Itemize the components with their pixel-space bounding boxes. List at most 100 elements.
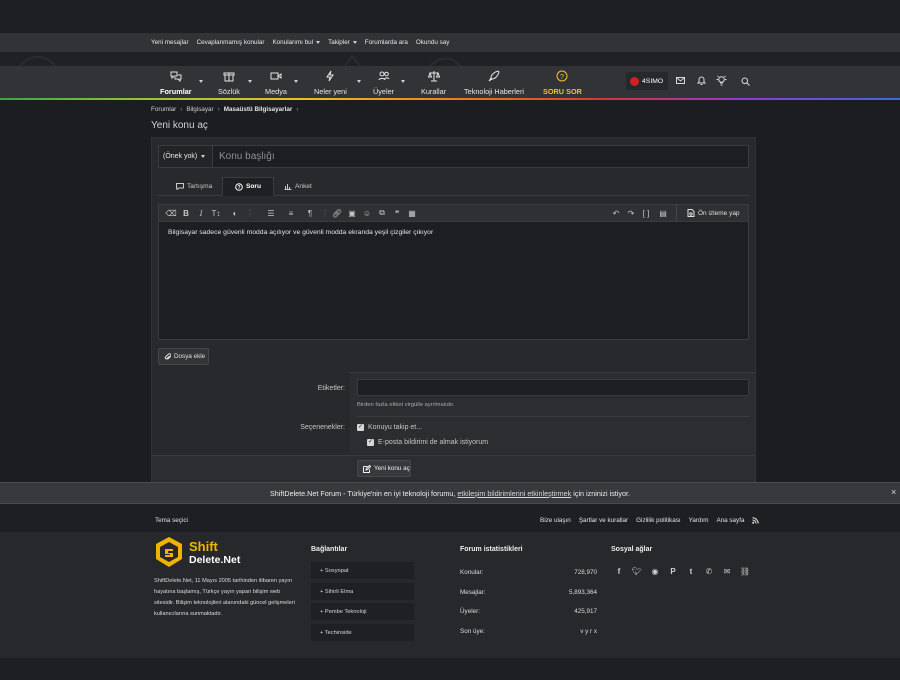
prefix-select[interactable]: (Önek yok) <box>158 145 212 168</box>
tab-poll[interactable]: Anket <box>284 177 312 196</box>
footer-link-home[interactable]: Ana sayfa <box>716 517 744 524</box>
facebook-icon[interactable]: f <box>613 565 625 577</box>
paragraph-icon[interactable]: ¶ <box>304 206 316 220</box>
twitter-icon[interactable]: 🐦︎ <box>631 565 643 577</box>
media-icon[interactable]: ⧉ <box>376 206 388 220</box>
thread-title-input[interactable] <box>212 145 749 168</box>
watch-thread-checkbox[interactable]: ✓ <box>357 424 364 431</box>
lightbulb-icon[interactable] <box>716 75 727 86</box>
more-options-icon[interactable]: ⋮ <box>244 206 256 220</box>
align-icon[interactable]: ≡ <box>285 206 297 220</box>
submit-new-thread-button[interactable]: Yeni konu aç <box>357 460 411 477</box>
subnav-mark-read[interactable]: Okundu say <box>416 39 450 46</box>
table-icon[interactable]: ▦ <box>406 206 418 220</box>
username: 4SIMO <box>642 77 664 85</box>
list-icon[interactable]: ☰ <box>265 206 277 220</box>
breadcrumb-forums[interactable]: Forumlar <box>151 106 176 113</box>
palette-icon[interactable]: ◐ <box>229 206 241 220</box>
stat-messages-label: Mesajlar: <box>460 589 486 596</box>
smiley-icon[interactable]: ☺ <box>361 206 373 220</box>
bar-chart-icon <box>284 184 292 190</box>
tab-question-label: Soru <box>246 183 262 190</box>
rss-icon[interactable] <box>752 517 760 524</box>
subnav-find-threads[interactable]: Konularımı bul <box>272 39 321 46</box>
enable-notifications-link[interactable]: etkileşim bildirimlerini etkinleştirmek <box>457 489 571 498</box>
font-size-icon[interactable]: T↕ <box>210 206 222 220</box>
search-icon[interactable] <box>741 77 750 86</box>
redo-icon[interactable]: ↷ <box>625 206 637 220</box>
footer-partner-link[interactable]: + Sihirli Elma <box>311 583 414 600</box>
chevron-down-icon[interactable] <box>401 80 405 83</box>
undo-icon[interactable]: ↶ <box>610 206 622 220</box>
nav-whats-new[interactable]: Neler yeni <box>314 70 347 96</box>
eraser-icon[interactable]: ⌫ <box>165 206 177 220</box>
pinterest-icon[interactable]: P <box>667 565 679 577</box>
logo-text-bottom: Delete.Net <box>189 554 241 566</box>
reddit-icon[interactable]: ◉ <box>649 565 661 577</box>
subnav-label: Forumlarda ara <box>364 39 408 46</box>
scales-icon <box>427 71 440 82</box>
nav-media[interactable]: Medya <box>265 70 287 96</box>
envelope-icon[interactable] <box>676 77 685 85</box>
breadcrumb-computer[interactable]: Bilgisayar <box>186 106 213 113</box>
footer-link-contact[interactable]: Bize ulaşın <box>540 517 571 524</box>
footer-link-terms[interactable]: Şartlar ve kurallar <box>579 517 628 524</box>
footer-link-help[interactable]: Yardım <box>689 517 709 524</box>
tags-input[interactable] <box>357 379 749 396</box>
subnav-watched[interactable]: Takipler <box>328 39 357 46</box>
whatsapp-icon[interactable]: ✆ <box>703 565 715 577</box>
breadcrumb-desktops[interactable]: Masaüstü Bilgisayarlar <box>224 106 293 113</box>
image-icon[interactable]: ▣ <box>346 206 358 220</box>
edit-icon <box>363 464 371 473</box>
email-notify-checkbox[interactable]: ✓ <box>367 439 374 446</box>
chevron-down-icon[interactable] <box>357 80 361 83</box>
email-icon[interactable]: ✉ <box>721 565 733 577</box>
page-title: Yeni konu aç <box>151 120 208 131</box>
subnav-label: Konularımı bul <box>272 39 314 46</box>
close-icon[interactable]: × <box>891 487 896 497</box>
paperclip-icon <box>164 352 171 360</box>
chevron-down-icon[interactable] <box>199 80 203 83</box>
theme-picker[interactable]: Tema seçici <box>155 517 188 524</box>
svg-text:?: ? <box>237 185 240 191</box>
more-options-icon[interactable]: ⋮ <box>319 206 331 220</box>
subnav-new-posts[interactable]: Yeni mesajlar <box>151 39 189 46</box>
chevron-down-icon[interactable] <box>248 80 252 83</box>
bbcode-icon[interactable]: [ ] <box>640 206 652 220</box>
drafts-icon[interactable]: ▤ <box>657 206 669 220</box>
tab-question[interactable]: ? Soru <box>222 177 275 196</box>
nav-tech-news[interactable]: Teknoloji Haberleri <box>464 70 524 96</box>
nav-rules[interactable]: Kurallar <box>421 70 446 96</box>
footer-partner-link[interactable]: + Pembe Teknoloji <box>311 603 414 620</box>
nav-dictionary[interactable]: Sözlük <box>218 70 240 96</box>
subnav-search-forums[interactable]: Forumlarda ara <box>365 39 408 46</box>
link-icon[interactable]: 🔗︎ <box>331 206 343 220</box>
preview-button[interactable]: Ön izleme yap <box>676 205 740 221</box>
nav-members[interactable]: Üyeler <box>373 70 394 96</box>
bold-icon[interactable]: B <box>180 206 192 220</box>
divider <box>356 416 749 417</box>
footer-partner-link[interactable]: + Sosyopat <box>311 562 414 579</box>
site-logo[interactable]: Shift Delete.Net <box>153 536 245 570</box>
footer-partner-link[interactable]: + Techinside <box>311 624 414 641</box>
subnav-unanswered[interactable]: Cevaplanmamış konular <box>197 39 265 46</box>
about-text: ShiftDelete.Net, 11 Mayıs 2005 tarihinde… <box>154 578 295 617</box>
submit-row <box>152 455 755 482</box>
chevron-down-icon[interactable] <box>294 80 298 83</box>
user-menu[interactable]: 4SIMO <box>626 72 668 90</box>
italic-icon[interactable]: I <box>195 206 207 220</box>
attach-files-button[interactable]: Dosya ekle <box>158 348 209 365</box>
quote-icon[interactable]: ❝ <box>391 206 403 220</box>
stat-latest-member-value[interactable]: v y r x <box>530 628 597 635</box>
stat-messages-value: 5,893,364 <box>568 589 597 596</box>
bell-icon[interactable] <box>697 76 706 86</box>
tumblr-icon[interactable]: t <box>685 565 697 577</box>
message-editor[interactable]: Bilgisayar sadece güvenli modda açılıyor… <box>158 222 749 340</box>
nav-ask-question[interactable]: ? SORU SOR <box>543 70 582 96</box>
link-icon[interactable]: ⛓ <box>739 565 751 577</box>
nav-forums[interactable]: Forumlar <box>160 70 192 96</box>
tab-discussion[interactable]: Tartışma <box>176 177 212 196</box>
top-strip <box>0 0 900 33</box>
footer-link-privacy[interactable]: Gizlilik politikası <box>636 517 680 524</box>
links-heading: Bağlantılar <box>311 546 348 553</box>
